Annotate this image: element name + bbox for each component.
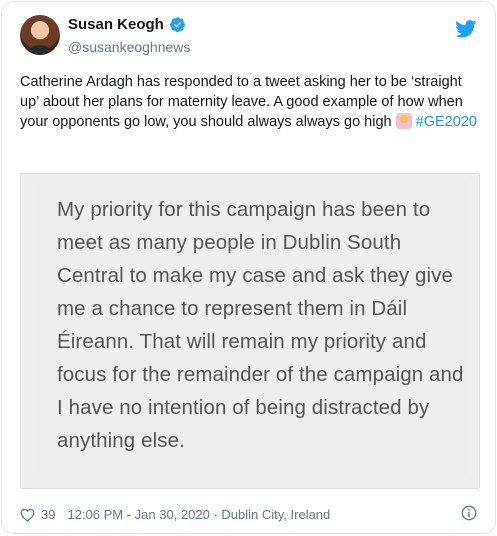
like-count[interactable]: 39 — [41, 507, 55, 522]
tweet-card: Susan Keogh @susankeoghnews Catherine Ar… — [1, 1, 496, 534]
person-raising-hand-emoji — [395, 113, 412, 129]
timestamp[interactable]: 12:06 PM - Jan 30, 2020 — [67, 507, 209, 522]
display-name[interactable]: Susan Keogh — [68, 16, 164, 33]
verified-badge-icon — [169, 17, 185, 33]
user-name-row[interactable]: Susan Keogh — [68, 16, 186, 33]
tweet-image[interactable]: My priority for this campaign has been t… — [20, 173, 480, 489]
twitter-bird-icon[interactable] — [455, 20, 477, 38]
avatar[interactable] — [20, 15, 60, 55]
footer-separator: · — [209, 507, 222, 522]
hashtag-link[interactable]: #GE2020 — [416, 114, 477, 130]
user-handle[interactable]: @susankeoghnews — [68, 39, 190, 55]
location[interactable]: Dublin City, Ireland — [221, 507, 330, 522]
heart-icon[interactable] — [20, 508, 35, 522]
image-statement-text: My priority for this campaign has been t… — [57, 198, 464, 452]
tweet-footer: 39 12:06 PM - Jan 30, 2020 · Dublin City… — [20, 507, 330, 522]
tweet-text: Catherine Ardagh has responded to a twee… — [20, 72, 482, 132]
info-icon[interactable] — [461, 505, 477, 521]
